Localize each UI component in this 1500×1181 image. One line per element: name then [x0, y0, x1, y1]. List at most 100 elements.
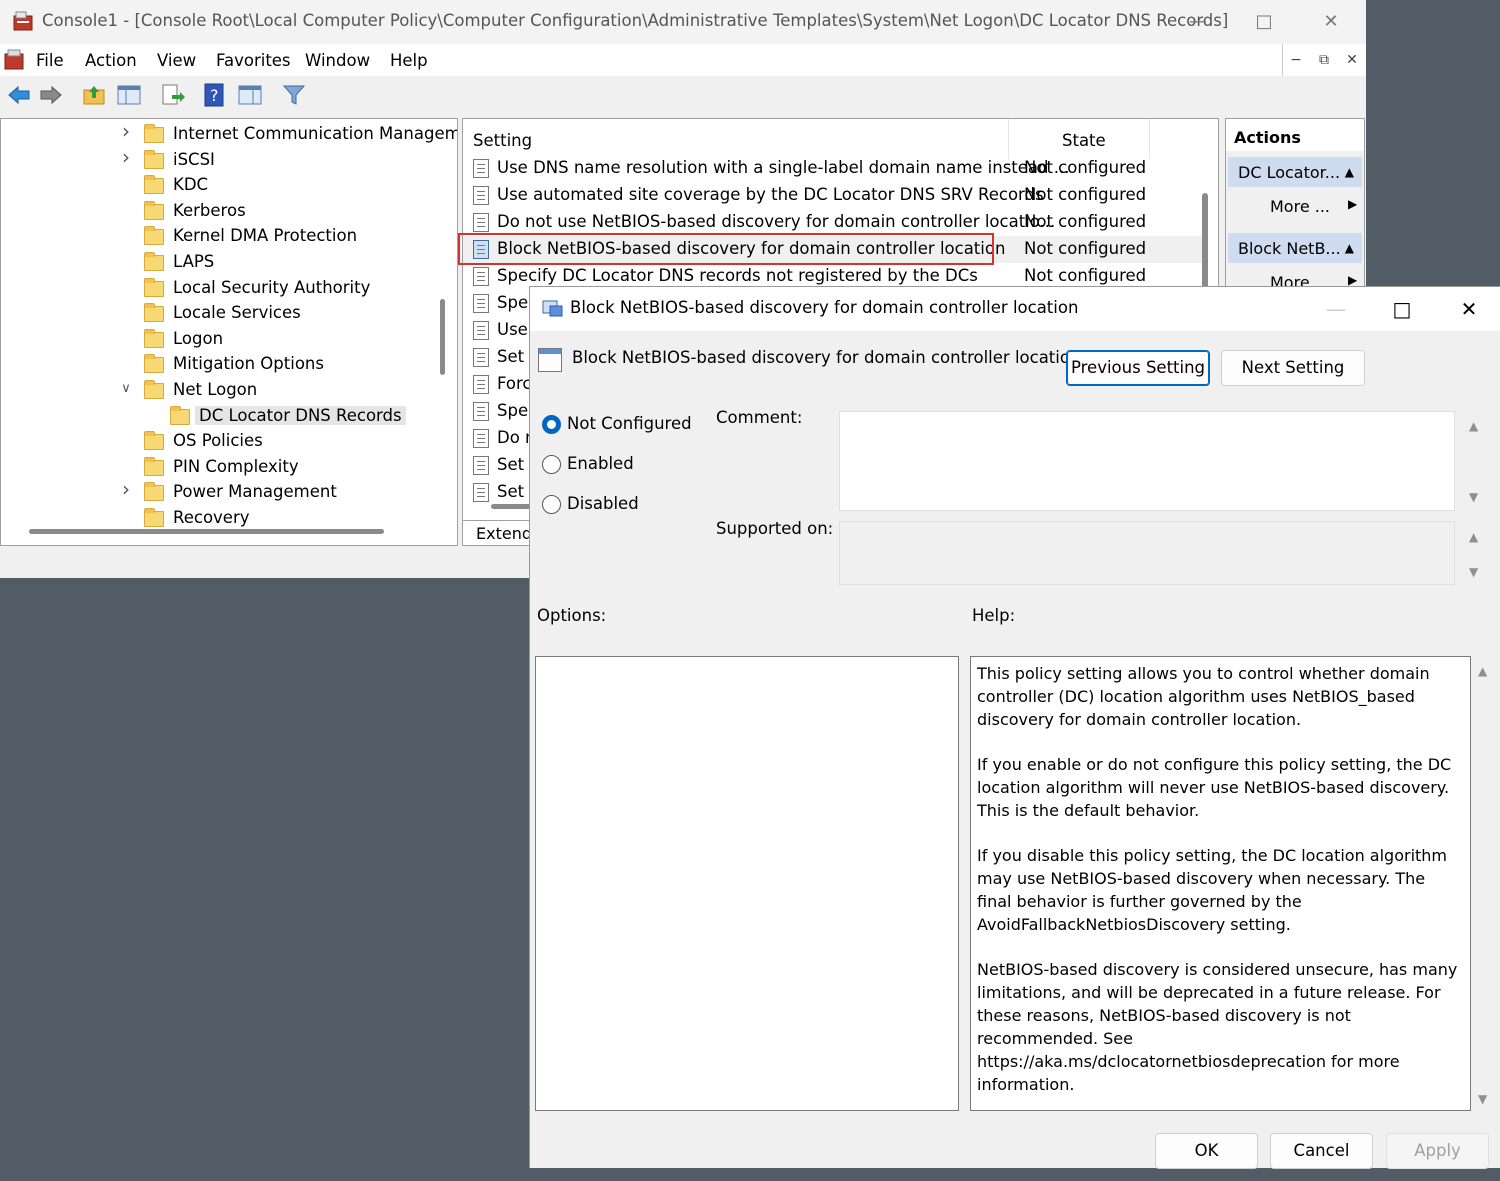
toolbar: ? — [0, 76, 1366, 114]
tree-item[interactable]: OS Policies — [141, 430, 441, 455]
collapse-up-icon[interactable]: ▲ — [1345, 241, 1354, 255]
collapse-up-icon[interactable]: ▲ — [1345, 165, 1354, 179]
tree-item[interactable]: Mitigation Options — [141, 353, 441, 378]
tree-item-label: Local Security Authority — [173, 277, 371, 297]
next-setting-button[interactable]: Next Setting — [1221, 350, 1365, 386]
cancel-button[interactable]: Cancel — [1270, 1133, 1373, 1169]
minimize-icon[interactable]: — — [1178, 8, 1218, 36]
mmc-title-bar[interactable]: Console1 - [Console Root\Local Computer … — [0, 0, 1366, 44]
up-folder-icon[interactable] — [82, 82, 108, 108]
forward-arrow-icon[interactable] — [38, 82, 64, 108]
apply-button[interactable]: Apply — [1386, 1133, 1489, 1169]
ok-button[interactable]: OK — [1155, 1133, 1258, 1169]
tree-item[interactable]: Local Security Authority — [141, 277, 441, 302]
setting-state: Not configured — [1024, 185, 1147, 204]
tab-extended[interactable]: Extende — [462, 520, 542, 546]
tree-item[interactable]: PIN Complexity — [141, 456, 441, 481]
scroll-down-icon[interactable]: ▼ — [1469, 565, 1478, 579]
tree-item-label: Recovery — [173, 508, 250, 527]
radio-label: Enabled — [567, 454, 634, 473]
folder-icon — [144, 200, 164, 220]
tree-item[interactable]: › iSCSI — [122, 145, 441, 174]
folder-icon — [144, 124, 164, 143]
radio-circle[interactable] — [542, 415, 561, 434]
actions-header: Actions — [1226, 119, 1364, 151]
dialog-maximize-icon[interactable]: □ — [1382, 295, 1422, 323]
show-hide-tree-icon[interactable] — [116, 82, 142, 108]
tree-item-label: Net Logon — [173, 380, 258, 399]
back-arrow-icon[interactable] — [6, 82, 32, 108]
policy-setting-icon — [473, 483, 489, 502]
actions-group-block-netbios[interactable]: Block NetB... ▲ — [1228, 233, 1362, 263]
help-scroll-down-icon[interactable]: ▼ — [1478, 1092, 1487, 1106]
radio-circle[interactable] — [542, 455, 561, 474]
setting-name: Do not use NetBIOS-based discovery for d… — [497, 212, 1056, 231]
tree-horizontal-scrollbar[interactable] — [29, 529, 384, 534]
close-icon[interactable]: ✕ — [1311, 8, 1351, 36]
list-row[interactable]: Do not use NetBIOS-based discovery for d… — [463, 209, 1203, 236]
scroll-up-icon[interactable]: ▲ — [1469, 530, 1478, 544]
radio-label: Not Configured — [567, 414, 692, 433]
tree-item[interactable]: › Internet Communication Managem — [122, 119, 457, 148]
help-scroll-up-icon[interactable]: ▲ — [1478, 664, 1487, 678]
column-state[interactable]: State — [1062, 131, 1106, 150]
column-setting[interactable]: Setting — [473, 131, 532, 150]
console-doc-icon[interactable] — [4, 49, 26, 71]
tree-item[interactable]: Locale Services — [141, 302, 441, 327]
setting-state: Not configured — [1024, 212, 1147, 231]
tree-item[interactable]: LAPS — [141, 251, 441, 276]
list-row[interactable]: Use DNS name resolution with a single-la… — [463, 155, 1203, 182]
tree-item-label: Mitigation Options — [173, 354, 324, 374]
menu-window[interactable]: Window — [305, 51, 370, 70]
list-horizontal-scrollbar[interactable] — [491, 504, 531, 509]
submenu-arrow-icon: ▶ — [1348, 273, 1358, 287]
dialog-close-icon[interactable]: ✕ — [1449, 295, 1489, 323]
list-row[interactable]: Use automated site coverage by the DC Lo… — [463, 182, 1203, 209]
tree-item[interactable]: KDC — [141, 174, 441, 199]
help-icon[interactable]: ? — [202, 82, 228, 108]
comment-label: Comment: — [716, 408, 803, 427]
actions-pane: Actions DC Locator... ▲ More ... ▶ Block… — [1225, 118, 1365, 288]
actions-group-dc-locator[interactable]: DC Locator... ▲ — [1228, 157, 1362, 187]
help-text-panel[interactable]: This policy setting allows you to contro… — [970, 656, 1471, 1111]
chevron-down-icon[interactable]: ∨ — [119, 381, 133, 396]
tree-item[interactable]: › Power Management — [122, 477, 441, 506]
dialog-title-bar[interactable]: Block NetBIOS-based discovery for domain… — [530, 287, 1500, 331]
tree-item-label: Internet Communication Managem — [173, 124, 458, 143]
menu-help[interactable]: Help — [390, 51, 428, 70]
chevron-right-icon[interactable]: › — [119, 119, 133, 143]
chevron-right-icon[interactable]: › — [119, 477, 133, 501]
tree-item[interactable]: Kerberos — [141, 200, 441, 225]
previous-setting-button[interactable]: Previous Setting — [1066, 350, 1210, 386]
list-vertical-scrollbar[interactable] — [1202, 193, 1208, 293]
menu-favorites[interactable]: Favorites — [216, 51, 291, 70]
tree-item[interactable]: Logon — [141, 328, 441, 353]
tree-item-label: Locale Services — [173, 303, 301, 323]
scroll-up-icon[interactable]: ▲ — [1469, 419, 1478, 433]
show-hide-action-pane-icon[interactable] — [237, 82, 263, 108]
tree-item[interactable]: Kernel DMA Protection — [141, 225, 441, 250]
menu-action[interactable]: Action — [85, 51, 137, 70]
help-paragraph: If you disable this policy setting, the … — [977, 846, 1448, 934]
filter-icon[interactable] — [281, 82, 307, 108]
menu-view[interactable]: View — [157, 51, 196, 70]
console-tree[interactable]: › Internet Communication Managem › iSCSI KDC… — [0, 118, 458, 546]
tree-vertical-scrollbar[interactable] — [440, 299, 445, 375]
tree-item-label: OS Policies — [173, 431, 263, 451]
child-minimize-icon[interactable]: − — [1285, 48, 1307, 72]
chevron-right-icon[interactable]: › — [119, 145, 133, 169]
maximize-icon[interactable]: □ — [1244, 8, 1284, 36]
tree-item[interactable]: ∨ Net Logon — [121, 379, 441, 404]
folder-icon — [144, 175, 164, 195]
child-restore-icon[interactable]: ⧉ — [1313, 48, 1335, 72]
radio-circle[interactable] — [542, 495, 561, 514]
tree-item-label: Power Management — [173, 482, 337, 502]
menu-file[interactable]: File — [36, 51, 64, 70]
policy-setting-icon — [473, 186, 489, 205]
comment-textarea[interactable] — [839, 411, 1455, 511]
scroll-down-icon[interactable]: ▼ — [1469, 490, 1478, 504]
export-list-icon[interactable] — [160, 82, 186, 108]
child-close-icon[interactable]: ✕ — [1341, 48, 1363, 72]
tree-item[interactable]: DC Locator DNS Records — [167, 405, 457, 430]
actions-more-1[interactable]: More ... ▶ — [1270, 197, 1357, 216]
